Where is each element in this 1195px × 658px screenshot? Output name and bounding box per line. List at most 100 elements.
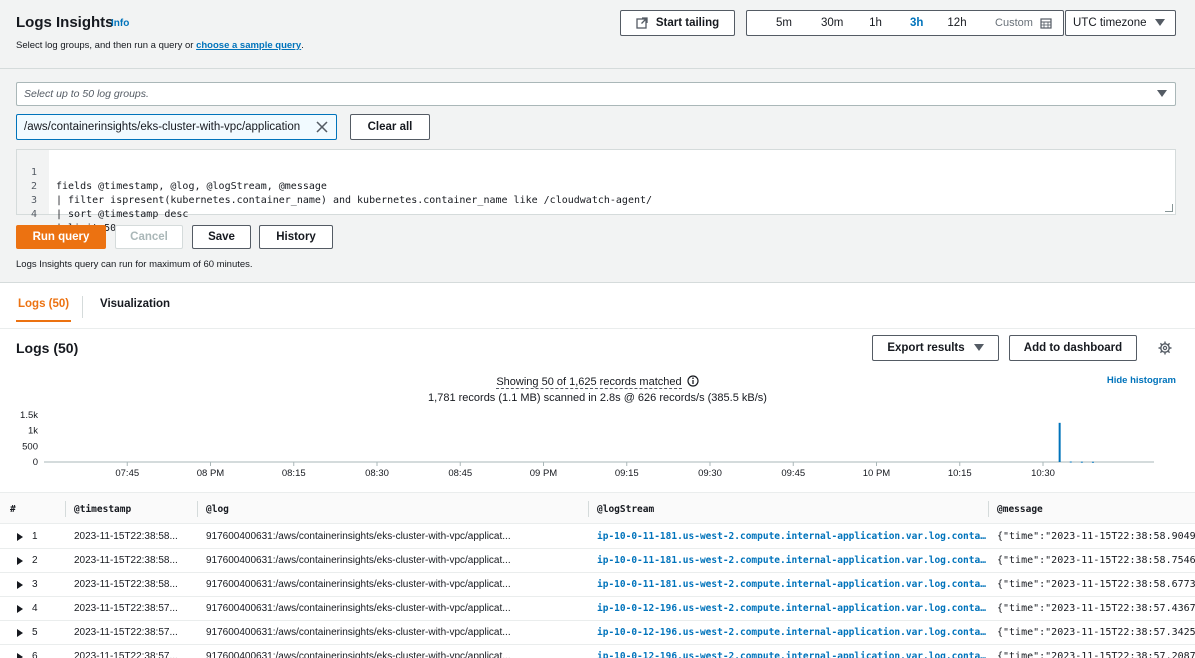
sample-query-link[interactable]: choose a sample query (196, 40, 301, 51)
expand-row-icon[interactable] (17, 581, 23, 589)
caret-down-icon (1155, 19, 1165, 26)
histogram-bar[interactable] (1091, 461, 1094, 463)
expand-row-icon[interactable] (17, 557, 23, 565)
x-tick-label: 08:30 (365, 468, 389, 479)
add-to-dashboard-button[interactable]: Add to dashboard (1009, 335, 1137, 361)
gear-icon[interactable] (1158, 341, 1172, 355)
range-5m[interactable]: 5m (747, 17, 821, 29)
timezone-select[interactable]: UTC timezone (1065, 10, 1176, 36)
table-row[interactable]: 5 2023-11-15T22:38:57... 917600400631:/aws… (0, 621, 1195, 645)
range-12h[interactable]: 12h (920, 17, 994, 29)
x-tick-label: 07:45 (115, 468, 139, 479)
expand-row-icon[interactable] (17, 605, 23, 613)
histogram-bar[interactable] (1080, 461, 1083, 463)
query-line-4: 4 | limit 50 (17, 194, 116, 234)
row-index: 4 (32, 603, 38, 614)
expand-row-icon[interactable] (17, 653, 23, 658)
info-icon[interactable] (687, 375, 699, 387)
close-icon[interactable] (316, 121, 328, 133)
row-index: 3 (32, 579, 38, 590)
row-logstream-link[interactable]: ip-10-0-11-181.us-west-2.compute.interna… (597, 573, 986, 597)
col-index: # (10, 503, 16, 515)
clear-all-button[interactable]: Clear all (350, 114, 430, 140)
subtitle-text: Select log groups, and then run a query … (16, 40, 197, 51)
row-log: 917600400631:/aws/containerinsights/eks-… (206, 603, 511, 614)
x-tick-label: 08 PM (197, 468, 225, 479)
page-title: Logs Insights (16, 14, 114, 31)
column-separator[interactable] (65, 501, 66, 517)
scan-stats: 1,781 records (1.1 MB) scanned in 2.8s @… (428, 392, 767, 404)
col-log[interactable]: @log (206, 493, 229, 525)
log-group-select[interactable]: Select up to 50 log groups. (16, 82, 1176, 106)
range-30m[interactable]: 30m (821, 17, 843, 29)
range-custom[interactable]: Custom (994, 17, 1034, 29)
header-divider (0, 68, 1195, 69)
export-results-label: Export results (887, 342, 965, 354)
column-separator[interactable] (197, 501, 198, 517)
y-tick-label: 1k (28, 426, 38, 437)
save-button[interactable]: Save (192, 225, 251, 249)
row-log: 917600400631:/aws/containerinsights/eks-… (206, 555, 511, 566)
column-separator[interactable] (988, 501, 989, 517)
table-row[interactable]: 4 2023-11-15T22:38:57... 917600400631:/aws… (0, 597, 1195, 621)
table-row[interactable]: 6 2023-11-15T22:38:57... 917600400631:/aws… (0, 645, 1195, 658)
table-row[interactable]: 1 2023-11-15T22:38:58... 917600400631:/aws… (0, 525, 1195, 549)
records-summary: Showing 50 of 1,625 records matched (0, 375, 1195, 389)
query-time-note: Logs Insights query can run for maximum … (16, 259, 253, 270)
table-row[interactable]: 2 2023-11-15T22:38:58... 917600400631:/aws… (0, 549, 1195, 573)
column-separator[interactable] (588, 501, 589, 517)
histogram-bar[interactable] (1058, 422, 1061, 462)
row-logstream-link[interactable]: ip-10-0-12-196.us-west-2.compute.interna… (597, 621, 986, 645)
tab-visualization[interactable]: Visualization (100, 298, 170, 310)
range-3h[interactable]: 3h (910, 17, 923, 29)
page-subtitle: Select log groups, and then run a query … (16, 40, 304, 51)
col-timestamp[interactable]: @timestamp (74, 493, 131, 525)
hide-histogram-link[interactable]: Hide histogram (1107, 375, 1176, 386)
row-timestamp: 2023-11-15T22:38:57... (74, 603, 178, 614)
x-tick-label: 09:45 (781, 468, 805, 479)
row-timestamp: 2023-11-15T22:38:57... (74, 627, 178, 638)
info-link[interactable]: Info (111, 18, 129, 29)
row-index: 6 (32, 651, 38, 658)
expand-row-icon[interactable] (17, 533, 23, 541)
row-timestamp: 2023-11-15T22:38:58... (74, 579, 178, 590)
row-timestamp: 2023-11-15T22:38:57... (74, 651, 178, 658)
row-timestamp: 2023-11-15T22:38:58... (74, 555, 178, 566)
start-tailing-button[interactable]: Start tailing (620, 10, 735, 36)
start-tailing-label: Start tailing (655, 17, 720, 29)
query-line-1: 1 fields @timestamp, @log, @logStream, @… (17, 152, 327, 192)
x-tick-label: 10 PM (863, 468, 891, 479)
history-button[interactable]: History (259, 225, 333, 249)
showing-text: Showing 50 of 1,625 records matched (496, 376, 682, 389)
histogram-bar[interactable] (1069, 461, 1072, 463)
x-tick-label: 09:30 (698, 468, 722, 479)
export-results-button[interactable]: Export results (872, 335, 999, 361)
col-message[interactable]: @message (997, 493, 1043, 525)
row-message: {"time":"2023-11-15T22:38:57.20878 (997, 651, 1195, 658)
tab-separator (82, 296, 83, 318)
calendar-icon[interactable] (1040, 17, 1052, 29)
table-row[interactable]: 3 2023-11-15T22:38:58... 917600400631:/aws… (0, 573, 1195, 597)
row-logstream-link[interactable]: ip-10-0-11-181.us-west-2.compute.interna… (597, 525, 986, 549)
query-line-2: 2 | filter ispresent(kubernetes.containe… (17, 166, 652, 206)
row-log: 917600400631:/aws/containerinsights/eks-… (206, 579, 511, 590)
x-tick-label: 09:15 (615, 468, 639, 479)
selected-log-group-token: /aws/containerinsights/eks-cluster-with-… (16, 114, 337, 140)
resize-handle[interactable] (1165, 204, 1173, 212)
subtitle-end: . (301, 40, 304, 51)
run-query-button[interactable]: Run query (16, 225, 106, 249)
row-message: {"time":"2023-11-15T22:38:57.34251 (997, 627, 1195, 638)
row-logstream-link[interactable]: ip-10-0-12-196.us-west-2.compute.interna… (597, 597, 986, 621)
row-index: 2 (32, 555, 38, 566)
tab-logs[interactable]: Logs (50) (18, 298, 69, 310)
expand-row-icon[interactable] (17, 629, 23, 637)
cancel-button[interactable]: Cancel (115, 225, 183, 249)
log-group-placeholder: Select up to 50 log groups. (24, 88, 149, 100)
row-index: 5 (32, 627, 38, 638)
col-logstream[interactable]: @logStream (597, 493, 654, 525)
panel-divider (0, 282, 1195, 283)
range-1h[interactable]: 1h (841, 17, 910, 29)
query-editor[interactable]: 1 fields @timestamp, @log, @logStream, @… (16, 149, 1176, 234)
row-logstream-link[interactable]: ip-10-0-11-181.us-west-2.compute.interna… (597, 549, 986, 573)
row-logstream-link[interactable]: ip-10-0-12-196.us-west-2.compute.interna… (597, 645, 986, 658)
